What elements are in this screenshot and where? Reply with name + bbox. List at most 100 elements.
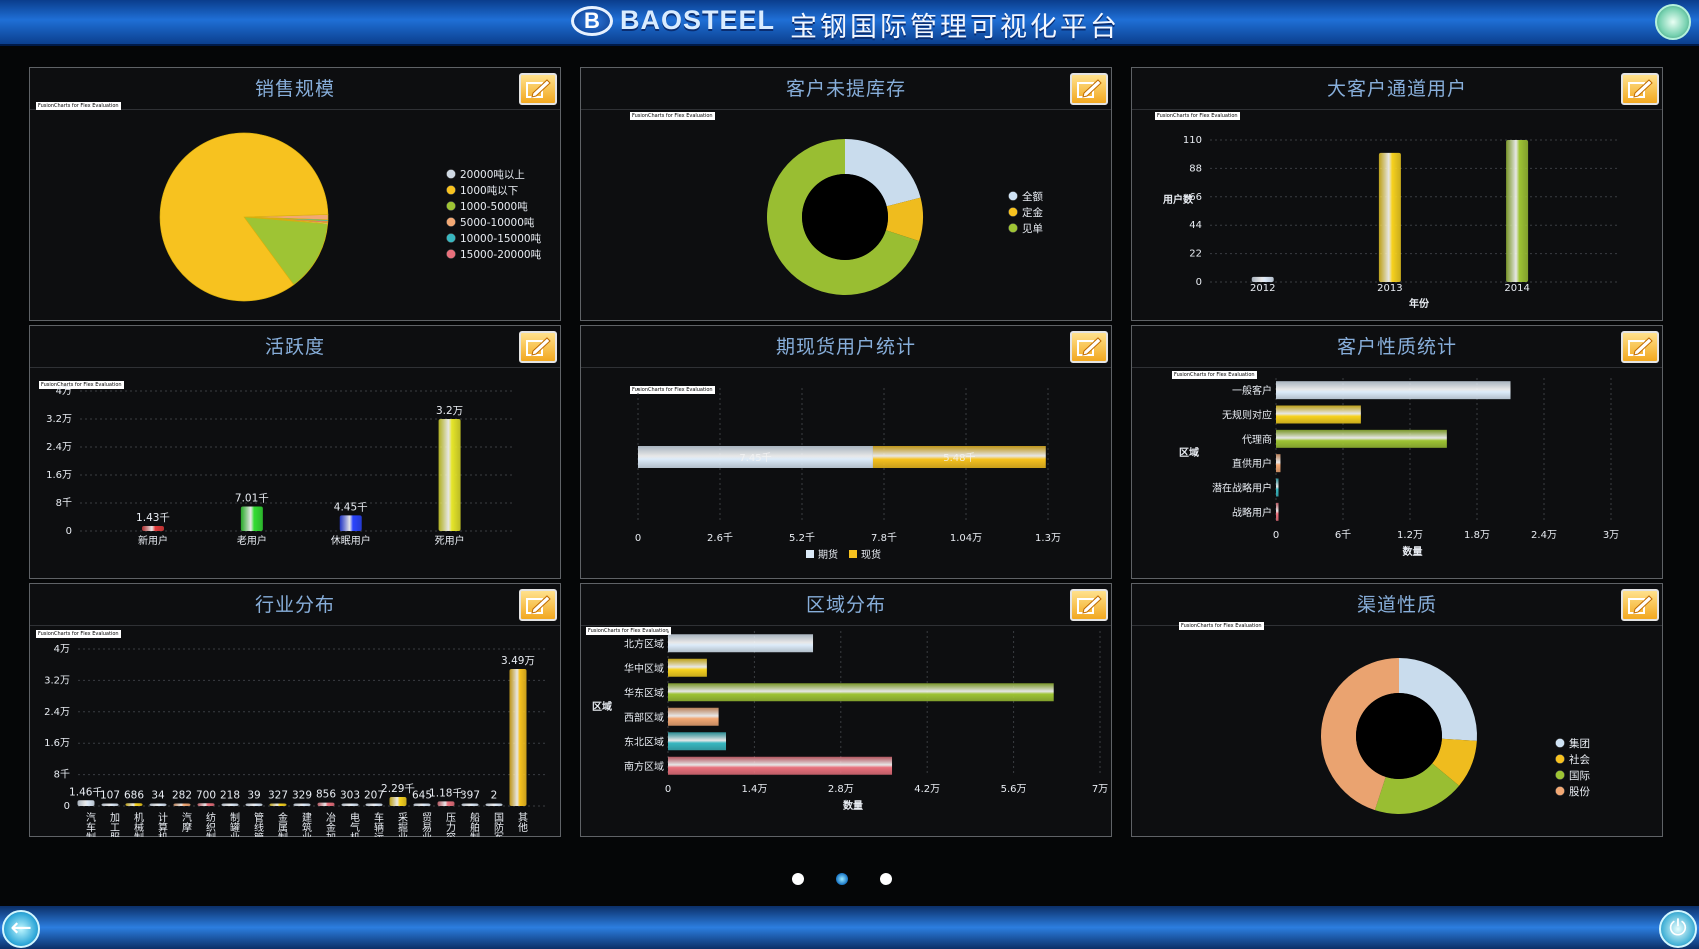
bar[interactable] — [365, 803, 383, 807]
y-tick-label: 1.6万 — [44, 738, 70, 749]
panel-customer-stock: 客户未提库存 FusionCharts for Flex Evaluation 全额… — [580, 67, 1112, 321]
edit-chart-button[interactable] — [1621, 589, 1659, 621]
x-tick-label: 制罐业 — [228, 811, 240, 837]
y-tick-label: 3.2万 — [46, 414, 72, 425]
bar[interactable] — [149, 803, 167, 807]
bar[interactable] — [1276, 454, 1281, 473]
legend-label: 10000-15000吨 — [460, 232, 542, 245]
data-label: 686 — [124, 789, 144, 801]
data-label: 1.18千 — [429, 787, 463, 799]
legend-marker — [1008, 191, 1018, 201]
bar[interactable] — [1276, 381, 1511, 400]
page-dot-1[interactable] — [792, 873, 804, 885]
y-tick-label: 0 — [64, 801, 70, 812]
legend-label: 期货 — [818, 548, 838, 561]
edit-chart-button[interactable] — [519, 331, 557, 363]
x-tick-label: 5.6万 — [1001, 784, 1027, 795]
panel-title: 区域分布 — [805, 594, 886, 616]
bar[interactable] — [1251, 276, 1274, 282]
edit-pencil-icon — [526, 595, 551, 614]
bar[interactable] — [173, 803, 191, 807]
edit-chart-button[interactable] — [519, 73, 557, 105]
chart-channel: 集团社会国际股份 — [1321, 658, 1591, 814]
legend-marker — [1555, 786, 1565, 796]
page-dot-2[interactable] — [836, 873, 848, 885]
data-label: 5.48千 — [943, 452, 975, 464]
edit-chart-button[interactable] — [1621, 73, 1659, 105]
bar[interactable] — [341, 803, 359, 807]
bar[interactable] — [269, 803, 287, 807]
edit-pencil-icon — [1077, 337, 1102, 356]
legend-marker — [849, 550, 857, 558]
data-label: 34 — [151, 790, 165, 802]
bar[interactable] — [245, 803, 263, 807]
panel-channel: 渠道性质 FusionCharts for Flex Evaluation 集团 社会… — [1131, 583, 1663, 837]
bar[interactable] — [197, 803, 215, 806]
brand-name: BAOSTEEL — [620, 5, 776, 35]
bar[interactable] — [101, 803, 119, 807]
bar[interactable] — [668, 732, 727, 751]
bar[interactable] — [668, 756, 893, 775]
edit-pencil-icon — [1628, 595, 1653, 614]
bar[interactable] — [668, 683, 1054, 702]
panel-header: 客户未提库存 — [581, 68, 1111, 110]
bar[interactable] — [1276, 502, 1279, 521]
edit-chart-button[interactable] — [1070, 73, 1108, 105]
panel-header: 客户性质统计 — [1132, 326, 1662, 368]
bar[interactable] — [240, 506, 263, 531]
x-tick-label: 管线管 — [252, 811, 264, 837]
bar[interactable] — [142, 525, 164, 531]
bar[interactable] — [461, 803, 479, 807]
bar[interactable] — [339, 515, 362, 531]
edit-chart-button[interactable] — [519, 589, 557, 621]
panel-title: 销售规模 — [254, 78, 335, 100]
x-tick-label: 死用户 — [435, 534, 465, 547]
y-tick-label: 110 — [1183, 135, 1202, 146]
y-tick-label: 代理商 — [1242, 433, 1272, 446]
legend-label: 股份 — [1569, 786, 1591, 798]
legend-marker — [1008, 223, 1018, 233]
x-axis-title: 年份 — [1409, 297, 1430, 310]
bar[interactable] — [317, 802, 335, 806]
bar[interactable] — [485, 803, 503, 807]
bar[interactable] — [1378, 152, 1401, 282]
y-tick-label: 0 — [66, 526, 72, 537]
bar[interactable] — [77, 800, 95, 806]
bar[interactable] — [1506, 140, 1529, 282]
edit-chart-button[interactable] — [1621, 331, 1659, 363]
x-tick-label: 0 — [1273, 530, 1279, 541]
x-tick-label: 车辆运... — [372, 811, 384, 837]
x-tick-label: 机械制造业 — [132, 811, 144, 837]
bar[interactable] — [413, 803, 431, 806]
page-dot-3[interactable] — [880, 873, 892, 885]
bar[interactable] — [437, 801, 455, 806]
edit-chart-button[interactable] — [1070, 589, 1108, 621]
edit-chart-button[interactable] — [1070, 331, 1108, 363]
bar[interactable] — [1276, 429, 1447, 448]
back-arrow-icon[interactable]: ← — [2, 910, 40, 948]
x-tick-label: 7万 — [1092, 784, 1108, 795]
x-tick-label: 2.8万 — [828, 784, 854, 795]
bar[interactable] — [668, 658, 707, 677]
x-tick-label: 老用户 — [237, 534, 267, 547]
bar[interactable] — [1276, 405, 1361, 424]
y-tick-label: 北方区域 — [624, 637, 664, 650]
bar[interactable] — [668, 707, 719, 726]
menu-orb-button[interactable] — [1655, 4, 1691, 40]
bar[interactable] — [668, 634, 814, 653]
x-tick-label: 冶金加工业 — [324, 811, 336, 837]
x-tick-label: 1.04万 — [950, 533, 982, 544]
x-tick-label: 新用户 — [138, 534, 168, 547]
power-icon[interactable]: ⏻ — [1659, 910, 1697, 948]
chart-customer-stock: 全额定金见单 — [767, 139, 1044, 295]
bar[interactable] — [389, 797, 407, 806]
bar[interactable] — [509, 669, 527, 806]
bar[interactable] — [221, 803, 239, 807]
chart-key-account-users: 0224466881102012 2013 2014年份用户数 — [1162, 135, 1617, 310]
bar[interactable] — [438, 419, 461, 531]
bar[interactable] — [1276, 478, 1279, 497]
bar[interactable] — [125, 803, 143, 806]
panel-sales-scale: 销售规模 FusionCharts for Flex Evaluation 2000… — [29, 67, 561, 321]
bar[interactable] — [293, 803, 311, 807]
legend-marker — [1555, 754, 1565, 764]
